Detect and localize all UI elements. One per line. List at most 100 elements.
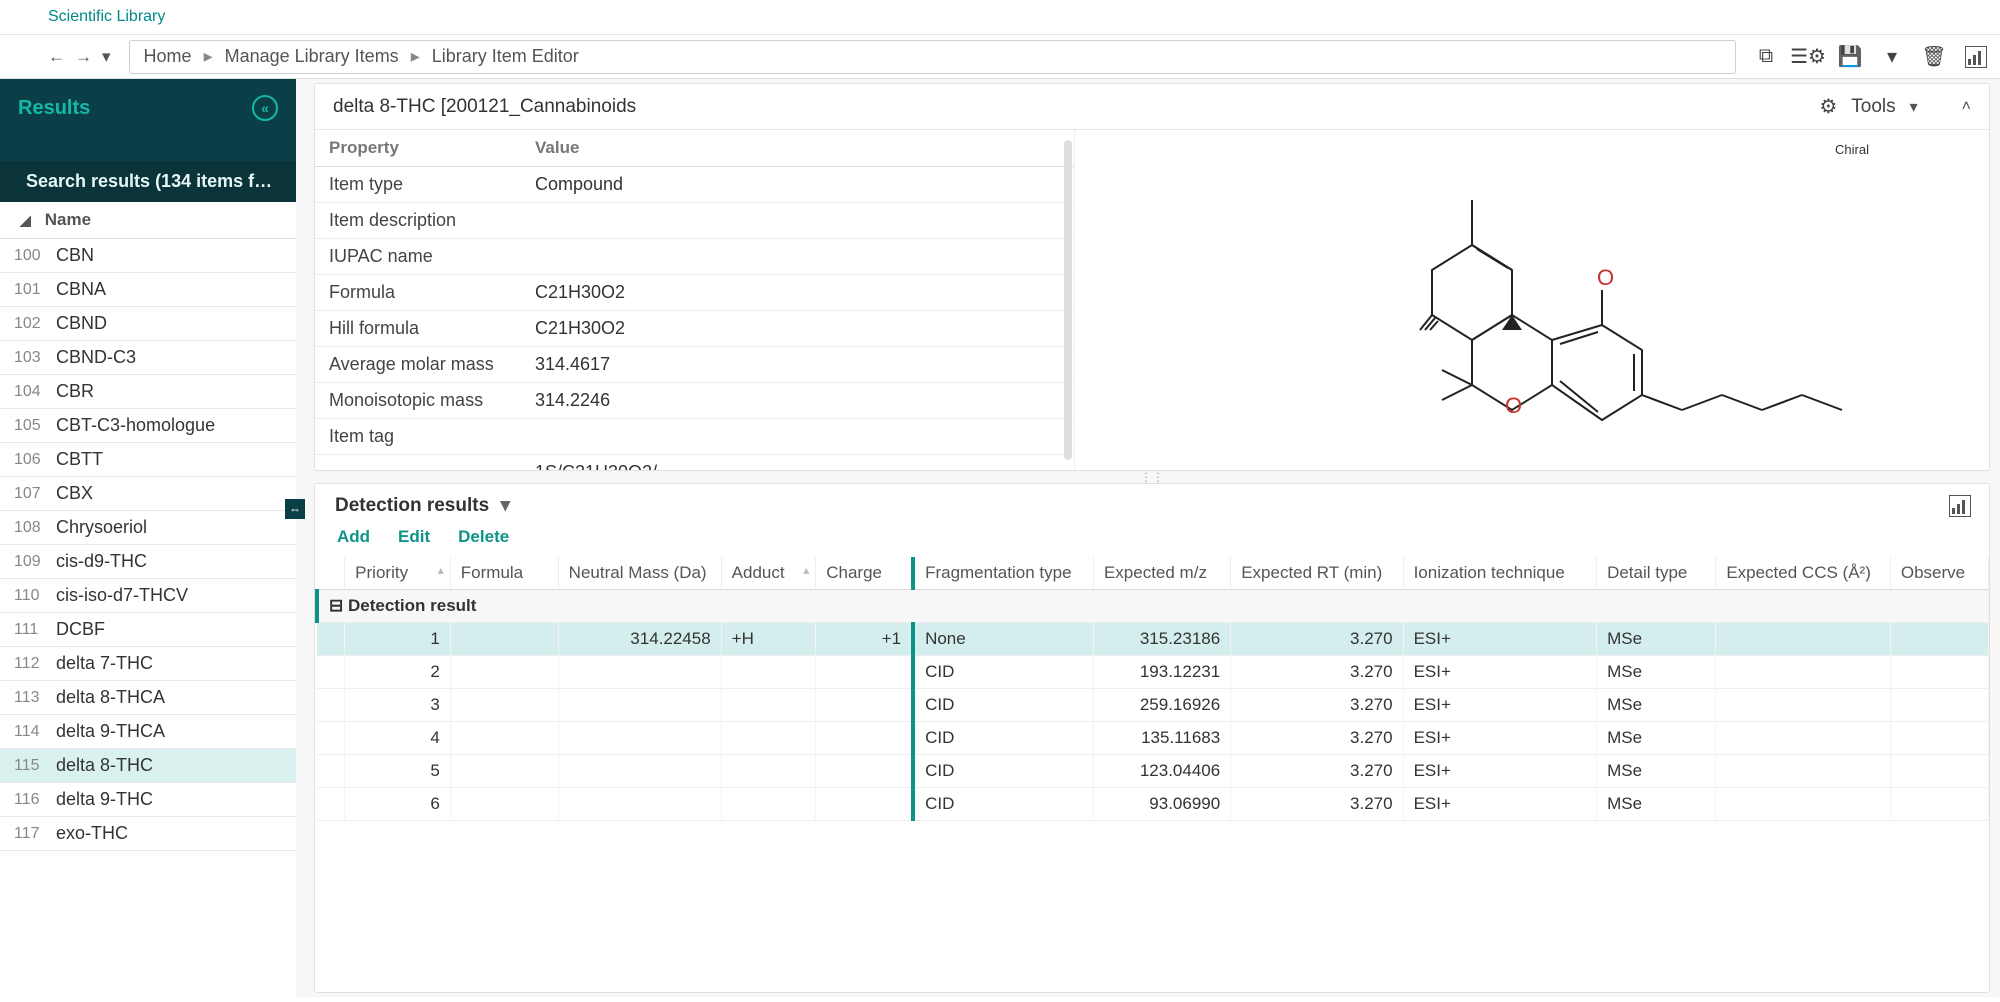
horizontal-splitter[interactable]: ⋮⋮ — [314, 471, 1990, 483]
result-row[interactable]: 100CBN — [0, 239, 296, 273]
grid-col-header[interactable]: Fragmentation type — [913, 557, 1093, 590]
property-row[interactable]: Item description — [315, 203, 1074, 239]
grid-cell — [1716, 623, 1891, 656]
report-icon[interactable] — [1962, 43, 1990, 71]
property-row[interactable]: Hill formulaC21H30O2 — [315, 311, 1074, 347]
nav-history-dropdown-icon[interactable]: ▾ — [102, 47, 111, 67]
result-row[interactable]: 114delta 9-THCA — [0, 715, 296, 749]
save-icon[interactable]: 💾 — [1836, 43, 1864, 71]
property-key: Average molar mass — [315, 354, 525, 375]
copy-icon[interactable]: ⧉ — [1752, 43, 1780, 71]
grid-cell — [558, 722, 721, 755]
grid-col-header[interactable]: Adduct▴ — [721, 557, 816, 590]
result-row[interactable]: 108Chrysoeriol — [0, 511, 296, 545]
grid-cell — [558, 656, 721, 689]
grid-col-header[interactable]: Ionization technique — [1403, 557, 1597, 590]
property-row[interactable]: Item tag — [315, 419, 1074, 455]
grid-row[interactable]: 2CID193.122313.270ESI+MSe — [317, 656, 1989, 689]
grid-col-header[interactable]: Expected m/z — [1093, 557, 1230, 590]
grid-cell — [450, 722, 558, 755]
prop-col-property[interactable]: Property — [315, 138, 525, 158]
sort-icon[interactable]: ◢ — [20, 212, 31, 229]
save-dropdown-icon[interactable]: ▾ — [1878, 43, 1906, 71]
property-row[interactable]: Monoisotopic mass314.2246 — [315, 383, 1074, 419]
grid-cell: MSe — [1597, 689, 1716, 722]
name-column-header[interactable]: Name — [45, 210, 91, 230]
grid-cell — [317, 788, 345, 821]
result-row[interactable]: 109cis-d9-THC — [0, 545, 296, 579]
result-row[interactable]: 110cis-iso-d7-THCV — [0, 579, 296, 613]
grid-col-header[interactable]: Neutral Mass (Da) — [558, 557, 721, 590]
result-row[interactable]: 101CBNA — [0, 273, 296, 307]
nav-back-icon[interactable]: ← — [48, 47, 65, 67]
grid-col-header[interactable]: Expected RT (min) — [1231, 557, 1403, 590]
grid-col-header[interactable]: Detail type — [1597, 557, 1716, 590]
property-row[interactable]: 1S/C21H30O2/ c1-5-6-7-8-15-12-18(22) 20 … — [315, 455, 1074, 470]
trash-icon[interactable]: 🗑 — [1920, 43, 1948, 71]
grid-col-header[interactable]: Expected CCS (Å²) — [1716, 557, 1891, 590]
tools-button[interactable]: Tools — [1851, 96, 1895, 118]
property-row[interactable]: IUPAC name — [315, 239, 1074, 275]
prop-col-value[interactable]: Value — [525, 138, 1074, 158]
grid-row[interactable]: 1314.22458+H+1None315.231863.270ESI+MSe — [317, 623, 1989, 656]
detection-title[interactable]: Detection results — [335, 495, 489, 516]
grid-cell: 3.270 — [1231, 788, 1403, 821]
result-row[interactable]: 103CBND-C3 — [0, 341, 296, 375]
list-settings-icon[interactable]: ☰⚙ — [1794, 43, 1822, 71]
property-table[interactable]: Property Value Item typeCompoundItem des… — [315, 130, 1075, 470]
result-row[interactable]: 116delta 9-THC — [0, 783, 296, 817]
molecule-viewer[interactable]: Chiral — [1075, 130, 1989, 470]
group-header[interactable]: ⊟ Detection result — [317, 590, 1989, 623]
gear-icon[interactable]: ⚙ — [1819, 94, 1837, 119]
property-row[interactable]: Item typeCompound — [315, 167, 1074, 203]
property-value: C21H30O2 — [525, 318, 1074, 339]
grid-cell: 2 — [345, 656, 451, 689]
detection-actions: Add Edit Delete — [315, 523, 1989, 557]
results-list[interactable]: 100CBN101CBNA102CBND103CBND-C3104CBR105C… — [0, 239, 296, 997]
result-row[interactable]: 115delta 8-THC — [0, 749, 296, 783]
grid-col-header[interactable]: Observe — [1890, 557, 1988, 590]
add-button[interactable]: Add — [337, 527, 370, 547]
grid-col-header[interactable]: Formula — [450, 557, 558, 590]
grid-col-header[interactable] — [317, 557, 345, 590]
grid-row[interactable]: 5CID123.044063.270ESI+MSe — [317, 755, 1989, 788]
breadcrumb-editor[interactable]: Library Item Editor — [432, 46, 579, 67]
grid-row[interactable]: 6CID93.069903.270ESI+MSe — [317, 788, 1989, 821]
result-row[interactable]: 104CBR — [0, 375, 296, 409]
breadcrumb[interactable]: Home ▸ Manage Library Items ▸ Library It… — [129, 40, 1736, 74]
result-row[interactable]: 117exo-THC — [0, 817, 296, 851]
property-scrollbar[interactable] — [1064, 140, 1072, 460]
chart-icon[interactable] — [1949, 495, 1971, 517]
result-row[interactable]: 111DCBF — [0, 613, 296, 647]
collapse-panel-icon[interactable]: ˄ — [1962, 98, 1971, 116]
grid-cell — [816, 656, 913, 689]
grid-col-header[interactable]: Priority▴ — [345, 557, 451, 590]
detection-dropdown-icon[interactable]: ▾ — [500, 495, 510, 516]
result-row[interactable]: 107CBX — [0, 477, 296, 511]
grid-row[interactable]: 3CID259.169263.270ESI+MSe — [317, 689, 1989, 722]
result-row[interactable]: 105CBT-C3-homologue — [0, 409, 296, 443]
tools-dropdown-icon[interactable]: ▾ — [1910, 97, 1918, 117]
grid-cell — [721, 788, 816, 821]
delete-button[interactable]: Delete — [458, 527, 509, 547]
breadcrumb-home[interactable]: Home — [144, 46, 192, 67]
edit-button[interactable]: Edit — [398, 527, 430, 547]
grid-row[interactable]: 4CID135.116833.270ESI+MSe — [317, 722, 1989, 755]
breadcrumb-manage[interactable]: Manage Library Items — [225, 46, 399, 67]
sidebar-resize-handle[interactable]: ⇔ — [285, 499, 305, 519]
result-name: CBT-C3-homologue — [56, 415, 215, 436]
detection-grid[interactable]: Priority▴FormulaNeutral Mass (Da)Adduct▴… — [315, 557, 1989, 992]
property-value: 314.2246 — [525, 390, 1074, 411]
scientific-library-link[interactable]: Scientific Library — [48, 8, 165, 25]
main-area: Results « Search results (134 items fou.… — [0, 79, 2000, 997]
result-row[interactable]: 113delta 8-THCA — [0, 681, 296, 715]
property-row[interactable]: Average molar mass314.4617 — [315, 347, 1074, 383]
results-list-header[interactable]: ◢ Name — [0, 202, 296, 239]
result-row[interactable]: 106CBTT — [0, 443, 296, 477]
result-row[interactable]: 102CBND — [0, 307, 296, 341]
property-row[interactable]: FormulaC21H30O2 — [315, 275, 1074, 311]
grid-col-header[interactable]: Charge — [816, 557, 913, 590]
collapse-sidebar-icon[interactable]: « — [252, 95, 278, 121]
nav-forward-icon[interactable]: → — [75, 47, 92, 67]
result-row[interactable]: 112delta 7-THC — [0, 647, 296, 681]
